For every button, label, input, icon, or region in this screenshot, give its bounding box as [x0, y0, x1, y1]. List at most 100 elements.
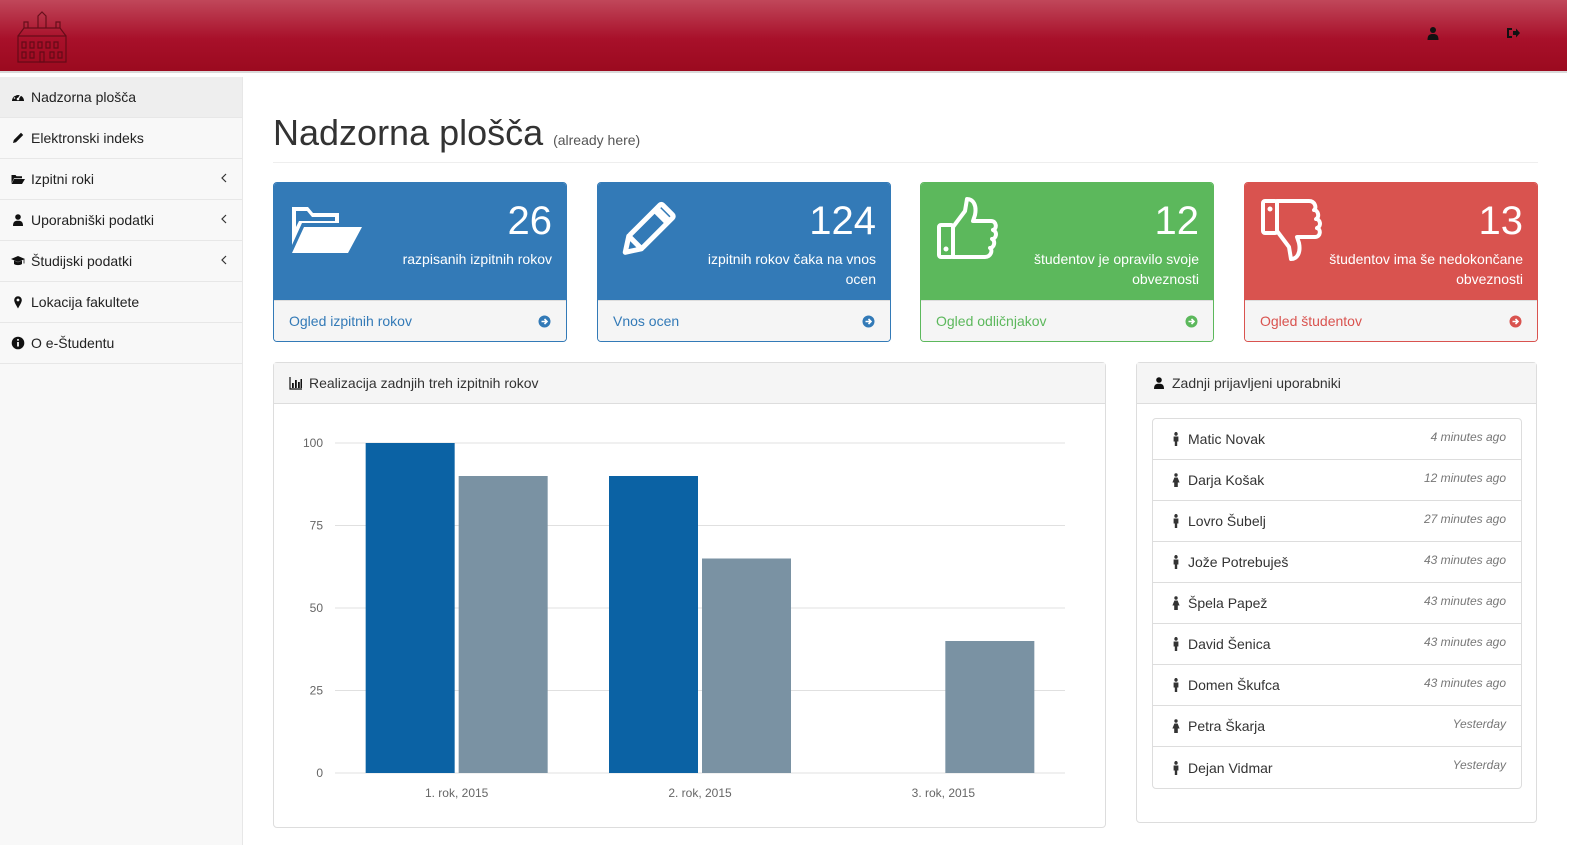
sidebar-item-nadzorna-plosca[interactable]: Nadzorna plošča [0, 77, 242, 118]
chart-panel-title: Realizacija zadnjih treh izpitnih rokov [309, 375, 539, 391]
stat-label: študentov je opravilo svoje obveznosti [1034, 251, 1199, 287]
stat-panel-grades-pending: 124 izpitnih rokov čaka na vnos ocen Vno… [597, 182, 891, 342]
y-tick-label: 100 [303, 436, 323, 450]
arrow-circle-right-icon [1185, 315, 1198, 327]
female-icon [1172, 596, 1180, 610]
stat-heading: 26 razpisanih izpitnih rokov [274, 183, 566, 300]
user-list-item[interactable]: Petra Škarja Yesterday [1153, 706, 1521, 747]
user-list-item[interactable]: David Šenica 43 minutes ago [1153, 624, 1521, 665]
user-name: Petra Škarja [1188, 718, 1266, 734]
male-icon [1173, 760, 1179, 775]
enter-grades-link[interactable]: Vnos ocen [598, 300, 890, 341]
sidebar-item-label: Uporabniški podatki [31, 212, 154, 228]
sidebar-item-label: Nadzorna plošča [31, 89, 137, 105]
exam-realization-bar-chart: 0 25 50 75 100 1. rok, 2015 2. rok, 2015 3. rok… [303, 436, 1065, 800]
stat-label: študentov ima še nedokončane obveznosti [1329, 251, 1523, 287]
login-time: Yesterday [1452, 717, 1506, 731]
male-icon [1173, 514, 1179, 528]
y-tick-label: 0 [316, 766, 323, 780]
user-name: Špela Papež [1188, 595, 1268, 611]
stat-panel-exam-dates: 26 razpisanih izpitnih rokov Ogled izpit… [273, 182, 567, 342]
bar [702, 558, 791, 773]
page-title: Nadzorna plošča [273, 112, 544, 153]
bar-chart-icon [289, 377, 302, 390]
top-navbar [0, 0, 1567, 73]
sidebar-item-label: Študijski podatki [31, 253, 133, 269]
user-list-item[interactable]: Lovro Šubelj 27 minutes ago [1153, 501, 1521, 542]
pencil-icon [13, 132, 24, 143]
login-time: 4 minutes ago [1430, 430, 1506, 444]
sidebar-item-label: Elektronski indeks [31, 130, 144, 146]
y-tick-label: 50 [310, 601, 324, 615]
user-list-item[interactable]: Matic Novak 4 minutes ago [1153, 419, 1521, 460]
login-time: 27 minutes ago [1423, 512, 1506, 526]
login-time: 43 minutes ago [1423, 676, 1506, 690]
stat-link-label: Ogled odličnjakov [936, 313, 1047, 329]
sidebar-item-lokacija-fakultete[interactable]: Lokacija fakultete [0, 282, 242, 323]
sidebar-item-label: O e-Študentu [31, 335, 115, 351]
recent-users-panel-title: Zadnji prijavljeni uporabniki [1172, 375, 1341, 391]
view-top-students-link[interactable]: Ogled odličnjakov [921, 300, 1213, 341]
user-name: David Šenica [1188, 636, 1271, 652]
stat-value: 13 [1478, 199, 1524, 243]
login-time: 43 minutes ago [1423, 553, 1506, 567]
bar [945, 641, 1035, 773]
sidebar-item-label: Lokacija fakultete [31, 294, 140, 310]
sidebar-item-label: Izpitni roki [31, 171, 95, 187]
login-time: 12 minutes ago [1423, 471, 1506, 485]
view-exam-dates-link[interactable]: Ogled izpitnih rokov [274, 300, 566, 341]
chevron-left-icon[interactable] [220, 254, 228, 266]
chart-panel-heading: Realizacija zadnjih treh izpitnih rokov [274, 363, 1105, 404]
x-tick-label: 3. rok, 2015 [912, 786, 976, 800]
chart-panel: Realizacija zadnjih treh izpitnih rokov … [273, 362, 1106, 828]
stat-panel-students-pending: 13 študentov ima še nedokončane obveznos… [1244, 182, 1538, 342]
stat-value: 124 [809, 199, 876, 243]
sidebar-item-o-e-studentu[interactable]: O e-Študentu [0, 323, 242, 364]
user-name: Domen Škufca [1188, 677, 1280, 693]
stat-label: razpisanih izpitnih rokov [402, 251, 552, 267]
view-students-link[interactable]: Ogled študentov [1245, 300, 1537, 341]
sidebar-item-uporabniski-podatki[interactable]: Uporabniški podatki [0, 200, 242, 241]
female-icon [1172, 473, 1180, 487]
stat-heading: 13 študentov ima še nedokončane obveznos… [1245, 183, 1537, 300]
stat-heading: 12 študentov je opravilo svoje obveznost… [921, 183, 1213, 300]
user-name: Jože Potrebuješ [1188, 554, 1289, 570]
user-icon [13, 214, 23, 226]
chevron-left-icon[interactable] [220, 172, 228, 184]
login-time: Yesterday [1452, 758, 1506, 772]
sidebar-item-izpitni-roki[interactable]: Izpitni roki [0, 159, 242, 200]
sidebar: Nadzorna plošča Elektronski indeks Izpit… [0, 77, 243, 845]
user-list-item[interactable]: Domen Škufca 43 minutes ago [1153, 665, 1521, 706]
bar [609, 476, 698, 773]
dashboard-icon [12, 93, 24, 101]
stat-panel-students-completed: 12 študentov je opravilo svoje obveznost… [920, 182, 1214, 342]
user-icon [1154, 377, 1164, 389]
login-time: 43 minutes ago [1423, 635, 1506, 649]
info-circle-icon [11, 336, 25, 350]
arrow-circle-right-icon [862, 315, 875, 327]
university-logo[interactable] [14, 10, 70, 66]
user-list-item[interactable]: Jože Potrebuješ 43 minutes ago [1153, 542, 1521, 583]
user-list-item[interactable]: Špela Papež 43 minutes ago [1153, 583, 1521, 624]
user-name: Lovro Šubelj [1188, 513, 1266, 529]
page-subtitle: (already here) [553, 132, 641, 148]
chevron-left-icon[interactable] [220, 213, 228, 225]
recent-users-list: Matic Novak 4 minutes ago Darja Košak 12 mi… [1152, 418, 1522, 789]
user-icon[interactable] [1425, 25, 1441, 41]
stat-link-label: Vnos ocen [613, 313, 680, 329]
sign-out-icon[interactable] [1505, 25, 1521, 41]
user-name: Darja Košak [1188, 472, 1265, 488]
recent-users-panel: Zadnji prijavljeni uporabniki Matic Nova… [1136, 362, 1537, 823]
user-list-item[interactable]: Darja Košak 12 minutes ago [1153, 460, 1521, 501]
stat-heading: 124 izpitnih rokov čaka na vnos ocen [598, 183, 890, 300]
bar [458, 476, 548, 773]
female-icon [1172, 719, 1180, 733]
sidebar-item-studijski-podatki[interactable]: Študijski podatki [0, 241, 242, 282]
stat-link-label: Ogled izpitnih rokov [289, 313, 412, 329]
sidebar-item-elektronski-indeks[interactable]: Elektronski indeks [0, 118, 242, 159]
user-list-item[interactable]: Dejan Vidmar Yesterday [1153, 747, 1521, 788]
male-icon [1173, 555, 1179, 569]
folder-open-icon [11, 175, 25, 184]
male-icon [1173, 678, 1179, 692]
map-marker-icon [14, 296, 22, 309]
